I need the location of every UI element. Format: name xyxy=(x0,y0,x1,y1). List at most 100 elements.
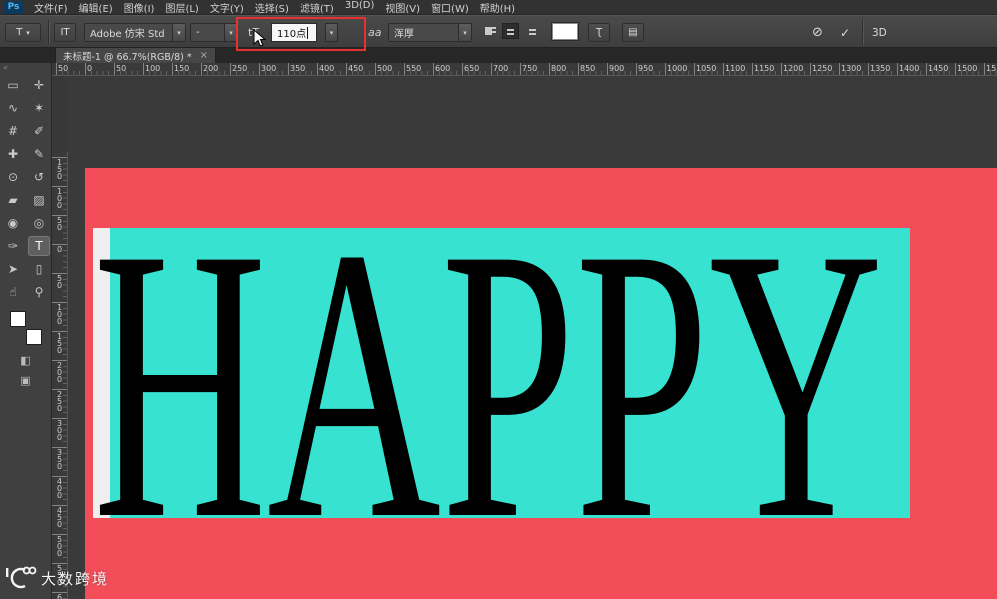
history-brush-tool[interactable]: ↺ xyxy=(28,167,50,187)
vertical-ruler[interactable]: 150 100 50 0 50 100 150 200 250 300 350 400 450 500 55… xyxy=(52,152,68,599)
move-tool[interactable]: ✛ xyxy=(28,75,50,95)
menubar-items: 文件(F) 编辑(E) 图像(I) 图层(L) 文字(Y) 选择(S) 滤镜(T) 3D(D)… xyxy=(33,0,516,15)
h-ruler-label: 1350 xyxy=(870,64,891,73)
font-family-select[interactable]: Adobe 仿宋 Std ▾ xyxy=(84,23,186,42)
antialias-value: 浑厚 xyxy=(394,29,414,40)
font-size-input[interactable]: 110点 xyxy=(271,23,317,42)
type-tool[interactable]: T xyxy=(28,235,50,256)
tool-preset-picker[interactable]: T ▾ xyxy=(5,23,41,42)
clone-stamp-tool[interactable]: ⊙ xyxy=(2,167,24,187)
text-color-swatch[interactable] xyxy=(552,23,578,40)
menu-item-7[interactable]: 3D(D) xyxy=(344,0,376,15)
hand-tool[interactable]: ☝ xyxy=(2,282,24,302)
toggle-panels-button[interactable]: ▤ xyxy=(622,23,644,42)
zoom-tool[interactable]: ⚲ xyxy=(28,282,50,302)
v-ruler-label: 400 xyxy=(55,477,64,498)
menu-item-5[interactable]: 选择(S) xyxy=(254,0,290,15)
menu-item-6[interactable]: 滤镜(T) xyxy=(299,0,335,15)
eyedropper-tool[interactable]: ✐ xyxy=(28,121,50,141)
screen-mode-icon[interactable]: ▣ xyxy=(20,374,30,387)
h-ruler-label: 1500 xyxy=(957,64,978,73)
quick-mask-icon[interactable]: ◧ xyxy=(20,354,30,367)
gradient-tool[interactable]: ▨ xyxy=(28,190,50,210)
h-ruler-label: 900 xyxy=(609,64,625,73)
align-center-icon[interactable] xyxy=(502,23,519,39)
v-ruler-label: 100 xyxy=(55,303,64,324)
chevron-down-icon[interactable]: ▾ xyxy=(172,24,185,41)
blur-icon: ◉ xyxy=(7,215,19,230)
eraser-icon: ▰ xyxy=(8,192,18,207)
v-ruler-label: 450 xyxy=(55,506,64,527)
toolbar-bottom-icons: ◧ ▣ xyxy=(0,354,51,387)
background-color-swatch[interactable] xyxy=(25,329,42,345)
menu-item-9[interactable]: 窗口(W) xyxy=(430,0,470,15)
document-tab[interactable]: 未标题-1 @ 66.7%(RGB/8) * × xyxy=(55,48,216,63)
healing-brush-tool[interactable]: ✚ xyxy=(2,144,24,164)
headline-text[interactable]: HAPPY xyxy=(93,168,883,599)
cancel-icon: ⊘ xyxy=(812,25,823,40)
menu-item-10[interactable]: 帮助(H) xyxy=(479,0,516,15)
commit-edits-button[interactable]: ✓ xyxy=(840,23,850,42)
cancel-edits-button[interactable]: ⊘ xyxy=(812,23,823,42)
path-selection-icon: ➤ xyxy=(7,261,19,276)
quick-selection-tool[interactable]: ✶ xyxy=(28,98,50,118)
chevron-down-icon[interactable]: ▾ xyxy=(224,24,237,41)
v-ruler-label: 50 xyxy=(55,216,64,230)
tools-grid: ▭ ✛ ∿ ✶ # ✐ ✚ ✎ ⊙ ↺ ▰ ▨ ◉ ◎ ✑ T ➤ ▯ ☝ ⚲ xyxy=(0,73,51,303)
3d-button[interactable]: 3D xyxy=(872,23,887,42)
v-ruler-label: 150 xyxy=(55,332,64,353)
checkmark-icon: ✓ xyxy=(840,25,851,40)
foreground-color-swatch[interactable] xyxy=(9,311,26,327)
h-ruler-label: 300 xyxy=(261,64,277,73)
text-orientation-toggle[interactable]: IT xyxy=(54,23,76,42)
h-ruler-label: 550 xyxy=(406,64,422,73)
pen-tool[interactable]: ✑ xyxy=(2,236,24,256)
warp-text-button[interactable]: Ʈ xyxy=(588,23,610,42)
menu-item-2[interactable]: 图像(I) xyxy=(123,0,156,15)
dodge-tool[interactable]: ◎ xyxy=(28,213,50,233)
menu-item-1[interactable]: 编辑(E) xyxy=(78,0,114,15)
chevron-down-icon: ▾ xyxy=(329,28,334,37)
menu-item-0[interactable]: 文件(F) xyxy=(33,0,69,15)
rectangle-tool[interactable]: ▯ xyxy=(28,259,50,279)
h-ruler-label: 1400 xyxy=(899,64,920,73)
document-canvas[interactable]: HAPPY xyxy=(85,168,997,599)
close-tab-icon[interactable]: × xyxy=(200,50,208,61)
photoshop-logo: Ps xyxy=(3,0,24,14)
lasso-tool[interactable]: ∿ xyxy=(2,98,24,118)
chevron-down-icon: ▾ xyxy=(26,28,30,37)
menu-item-8[interactable]: 视图(V) xyxy=(384,0,421,15)
v-ruler-label: 600 xyxy=(55,593,64,599)
headline-layer: HAPPY xyxy=(93,168,883,599)
h-ruler-label: 1150 xyxy=(754,64,775,73)
h-ruler-label: 200 xyxy=(203,64,219,73)
color-swatches xyxy=(8,311,44,345)
divider xyxy=(862,20,863,45)
font-size-icon: tT xyxy=(248,26,260,39)
h-ruler-label: 1450 xyxy=(928,64,949,73)
path-selection-tool[interactable]: ➤ xyxy=(2,259,24,279)
dodge-icon: ◎ xyxy=(33,215,45,230)
menu-item-4[interactable]: 文字(Y) xyxy=(209,0,245,15)
font-size-dropdown-arrow[interactable]: ▾ xyxy=(325,23,338,42)
chevron-down-icon[interactable]: ▾ xyxy=(458,24,471,41)
horizontal-ruler[interactable]: 50 0 50 100 150 200 250 300 350 400 450 500 550 600 65… xyxy=(52,63,997,76)
rectangular-marquee-icon: ▭ xyxy=(7,77,19,92)
h-ruler-label: 700 xyxy=(493,64,509,73)
v-ruler-label: 250 xyxy=(55,390,64,411)
eraser-tool[interactable]: ▰ xyxy=(2,190,24,210)
antialias-select[interactable]: 浑厚 ▾ xyxy=(388,23,472,42)
rectangular-marquee-tool[interactable]: ▭ xyxy=(2,75,24,95)
panels-icon: ▤ xyxy=(628,27,638,38)
align-left-icon[interactable] xyxy=(482,23,499,39)
v-ruler-label: 300 xyxy=(55,419,64,440)
crop-tool[interactable]: # xyxy=(2,121,24,141)
font-style-select[interactable]: - ▾ xyxy=(190,23,238,42)
align-right-icon[interactable] xyxy=(522,23,539,39)
brush-tool[interactable]: ✎ xyxy=(28,144,50,164)
tools-panel: « ▭ ✛ ∿ ✶ # ✐ ✚ ✎ ⊙ ↺ ▰ ▨ ◉ ◎ ✑ T ➤ ▯ ☝ ⚲ ◧ ▣ xyxy=(0,63,52,599)
h-ruler-label: 400 xyxy=(319,64,335,73)
blur-tool[interactable]: ◉ xyxy=(2,213,24,233)
menu-item-3[interactable]: 图层(L) xyxy=(164,0,199,15)
tools-panel-header[interactable]: « xyxy=(0,63,51,73)
